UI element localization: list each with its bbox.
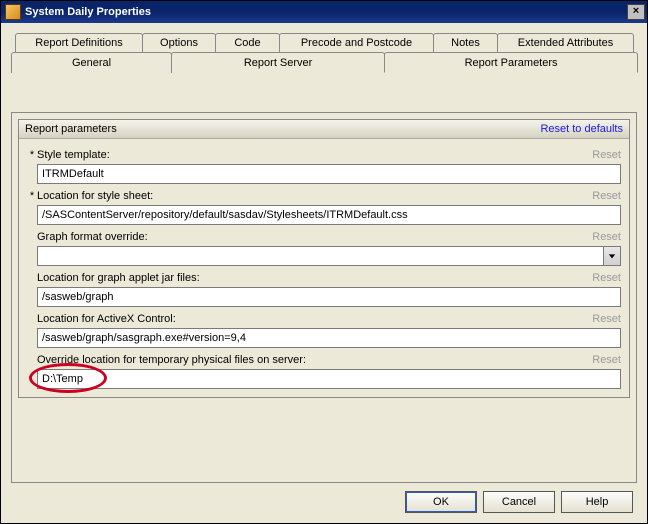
param-graph-format-override: Graph format override: Reset [27, 231, 621, 266]
window-title: System Daily Properties [25, 6, 627, 18]
tab-report-definitions[interactable]: Report Definitions [15, 33, 143, 52]
cancel-button[interactable]: Cancel [483, 491, 555, 513]
dialog-button-row: OK Cancel Help [11, 483, 637, 517]
graph-format-override-combo[interactable] [37, 246, 621, 266]
param-reset-link[interactable]: Reset [592, 354, 621, 366]
tab-code[interactable]: Code [215, 33, 280, 52]
param-temp-files-location: Override location for temporary physical… [27, 354, 621, 389]
param-label: Location for style sheet: [37, 190, 592, 202]
tab-panel-report-parameters: Report parameters Reset to defaults * St… [11, 112, 637, 483]
app-icon [5, 4, 21, 20]
client-area: Report Definitions Options Code Precode … [1, 23, 647, 523]
required-marker: * [27, 190, 37, 202]
param-label: Style template: [37, 149, 592, 161]
param-reset-link[interactable]: Reset [592, 313, 621, 325]
tab-report-parameters[interactable]: Report Parameters [384, 52, 638, 73]
param-label: Graph format override: [37, 231, 592, 243]
param-style-sheet-location: * Location for style sheet: Reset [27, 190, 621, 225]
tab-report-server[interactable]: Report Server [171, 52, 385, 73]
group-title: Report parameters [25, 123, 540, 135]
param-reset-link[interactable]: Reset [592, 272, 621, 284]
param-activex-control-location: Location for ActiveX Control: Reset [27, 313, 621, 348]
help-button[interactable]: Help [561, 491, 633, 513]
report-parameters-group: Report parameters Reset to defaults * St… [18, 119, 630, 398]
param-reset-link[interactable]: Reset [592, 149, 621, 161]
param-label: Location for graph applet jar files: [37, 272, 592, 284]
param-label: Override location for temporary physical… [37, 354, 592, 366]
tab-strip: Report Definitions Options Code Precode … [11, 33, 637, 73]
param-style-template: * Style template: Reset [27, 149, 621, 184]
tab-extended-attributes[interactable]: Extended Attributes [497, 33, 634, 52]
tab-precode-postcode[interactable]: Precode and Postcode [279, 33, 434, 52]
chevron-down-icon[interactable] [603, 247, 620, 265]
tab-general[interactable]: General [11, 52, 172, 73]
param-label: Location for ActiveX Control: [37, 313, 592, 325]
reset-to-defaults-link[interactable]: Reset to defaults [540, 123, 623, 135]
params-list: * Style template: Reset * Locati [19, 139, 629, 397]
graph-applet-jar-location-input[interactable] [37, 287, 621, 307]
activex-control-location-input[interactable] [37, 328, 621, 348]
close-button[interactable]: × [627, 4, 645, 20]
required-marker: * [27, 149, 37, 161]
param-reset-link[interactable]: Reset [592, 231, 621, 243]
titlebar: System Daily Properties × [1, 1, 647, 23]
param-graph-applet-jar-location: Location for graph applet jar files: Res… [27, 272, 621, 307]
param-reset-link[interactable]: Reset [592, 190, 621, 202]
style-template-input[interactable] [37, 164, 621, 184]
style-sheet-location-input[interactable] [37, 205, 621, 225]
tab-options[interactable]: Options [142, 33, 216, 52]
temp-files-location-input[interactable] [37, 369, 621, 389]
ok-button[interactable]: OK [405, 491, 477, 513]
graph-format-override-input[interactable] [38, 247, 603, 265]
tab-notes[interactable]: Notes [433, 33, 498, 52]
group-header: Report parameters Reset to defaults [19, 120, 629, 139]
dialog-window: System Daily Properties × Report Definit… [0, 0, 648, 524]
